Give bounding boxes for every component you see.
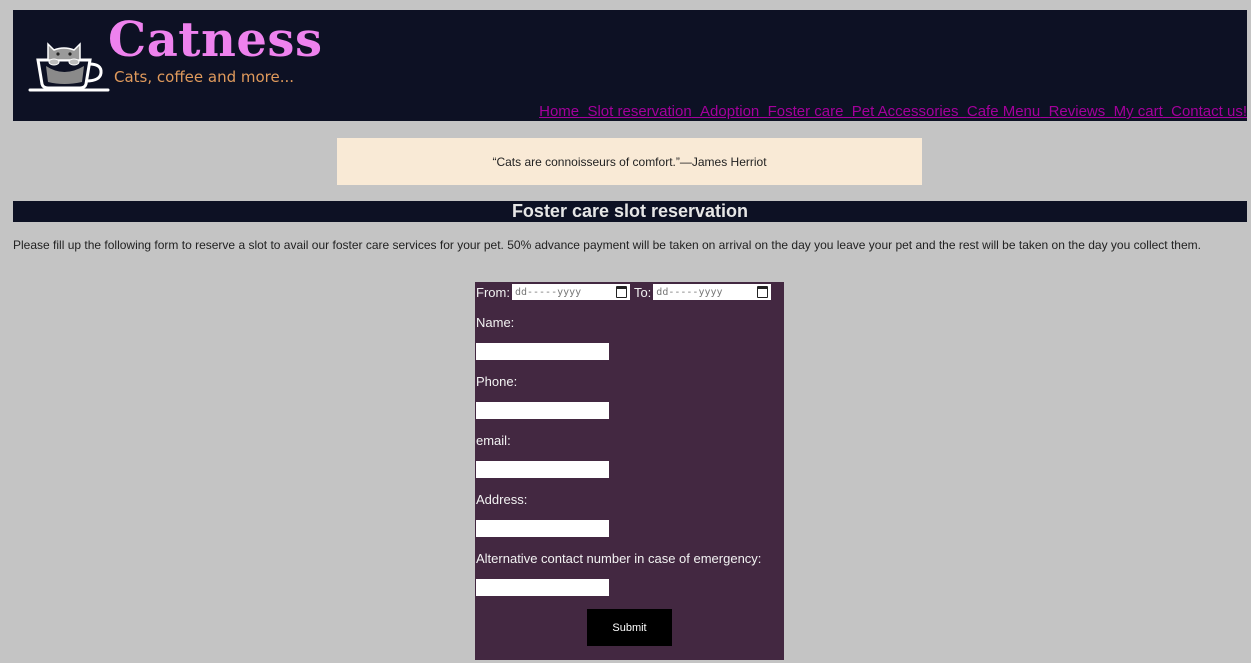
nav-link-home[interactable]: Home [539, 103, 579, 120]
to-label: To: [633, 284, 652, 300]
from-date-placeholder: dd-----yyyy [514, 286, 582, 298]
brand-name: Catness [108, 12, 323, 68]
to-date-placeholder: dd-----yyyy [656, 286, 723, 298]
from-date-input[interactable]: dd-----yyyy [511, 284, 630, 300]
name-input[interactable] [476, 343, 609, 360]
site-header: Catness Cats, coffee and more... Home Sl… [13, 10, 1247, 121]
address-label: Address: [476, 492, 528, 507]
nav-separator [1105, 103, 1113, 120]
page-title: Foster care slot reservation [13, 201, 1247, 222]
nav-link-my-cart[interactable]: My cart [1114, 103, 1163, 120]
phone-input[interactable] [476, 402, 609, 419]
foster-care-form: From: dd-----yyyy To: dd-----yyyy Name: … [475, 282, 784, 660]
nav-separator [692, 103, 700, 120]
nav-link-reviews[interactable]: Reviews [1049, 103, 1106, 120]
quote-banner: “Cats are connoisseurs of comfort.”—Jame… [337, 138, 922, 185]
nav-link-adoption[interactable]: Adoption [700, 103, 759, 120]
calendar-icon[interactable] [615, 286, 627, 298]
submit-button[interactable]: Submit [587, 609, 672, 646]
nav-separator [1040, 103, 1048, 120]
nav-separator [959, 103, 967, 120]
intro-text: Please fill up the following form to res… [13, 238, 1201, 252]
name-label: Name: [476, 315, 515, 330]
emergency-contact-input[interactable] [476, 579, 609, 596]
nav-separator [843, 103, 851, 120]
nav-separator [1163, 103, 1171, 120]
logo[interactable]: Catness Cats, coffee and more... [28, 16, 338, 92]
brand-tagline: Cats, coffee and more... [114, 68, 295, 86]
nav-separator [579, 103, 587, 120]
nav-link-contact-us[interactable]: Contact us! [1171, 103, 1247, 120]
nav-separator [759, 103, 767, 120]
main-nav: Home Slot reservation Adoption Foster ca… [539, 103, 1247, 120]
nav-link-cafe-menu[interactable]: Cafe Menu [967, 103, 1040, 120]
phone-label: Phone: [476, 374, 518, 389]
from-label: From: [476, 284, 510, 300]
calendar-icon[interactable] [757, 286, 769, 298]
cat-in-coffee-cup-icon [28, 42, 110, 92]
nav-link-slot-reservation[interactable]: Slot reservation [587, 103, 691, 120]
nav-link-pet-accessories[interactable]: Pet Accessories [852, 103, 959, 120]
date-range: From: dd-----yyyy To: dd-----yyyy [476, 284, 775, 300]
address-input[interactable] [476, 520, 609, 537]
to-date-input[interactable]: dd-----yyyy [653, 284, 772, 300]
email-input[interactable] [476, 461, 609, 478]
emergency-contact-label: Alternative contact number in case of em… [476, 551, 762, 566]
nav-link-foster-care[interactable]: Foster care [768, 103, 844, 120]
email-label: email: [476, 433, 511, 448]
